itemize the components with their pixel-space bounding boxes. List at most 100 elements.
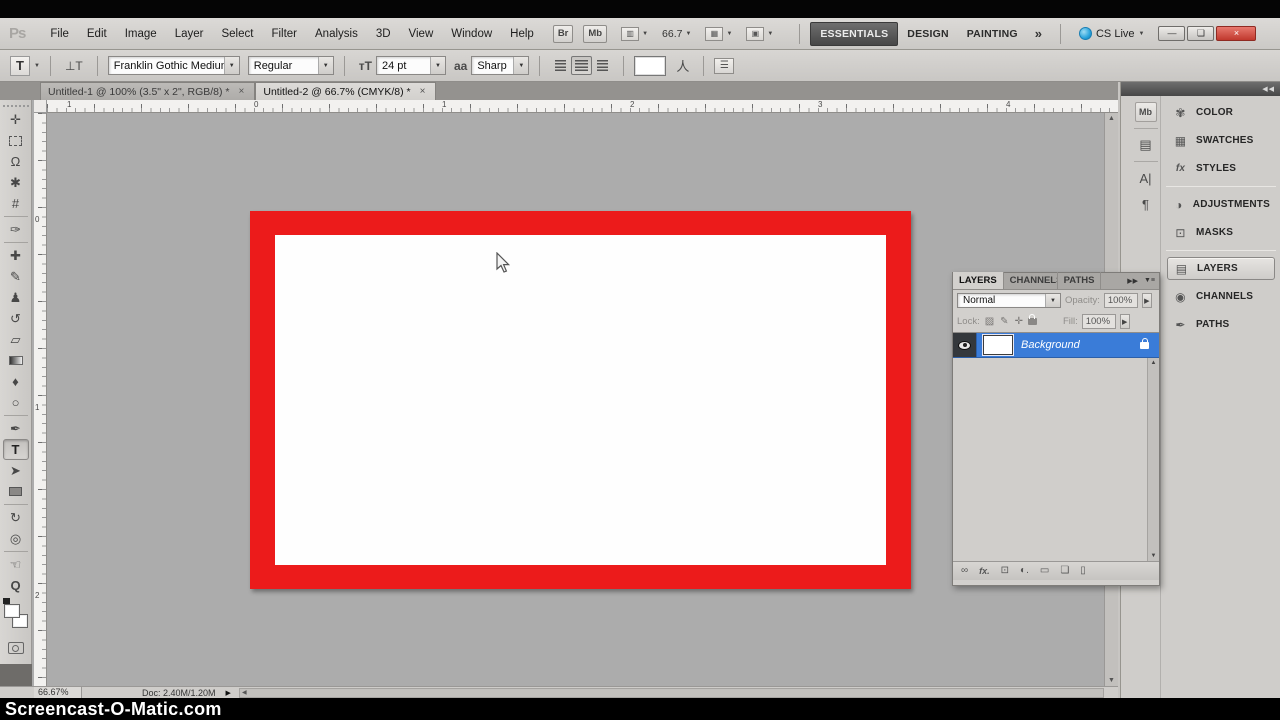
panel-menu-icon[interactable]: ▼≡ (1144, 277, 1155, 284)
status-zoom-field[interactable]: 66.67% (34, 687, 82, 698)
quick-selection-tool[interactable]: ✱ (3, 172, 29, 193)
font-style-select[interactable]: Regular ▼ (248, 56, 334, 75)
warp-text-button[interactable]: ⼈ (676, 56, 689, 75)
document-horizontal-scrollbar[interactable]: ◀ (239, 688, 1104, 698)
eyedropper-tool[interactable]: ✑ (3, 219, 29, 240)
fill-slider-icon[interactable]: ▶ (1120, 314, 1130, 329)
character-panel-icon[interactable]: A| (1135, 168, 1157, 188)
tab-untitled-2[interactable]: Untitled-2 @ 66.7% (CMYK/8) * × (255, 82, 436, 100)
dodge-tool[interactable]: ○ (3, 392, 29, 413)
fill-value[interactable]: 100% (1082, 314, 1116, 329)
panel-button-masks[interactable]: ⊡ MASKS (1167, 221, 1275, 244)
lock-image-icon[interactable]: ✎ (1000, 316, 1008, 327)
crop-tool[interactable]: # (3, 193, 29, 214)
cs-live-button[interactable]: CS Live ▼ (1079, 27, 1144, 40)
panel-button-paths[interactable]: ✒ PATHS (1167, 313, 1275, 336)
status-menu-icon[interactable]: ▶ (226, 689, 231, 697)
history-brush-tool[interactable]: ↺ (3, 308, 29, 329)
scroll-down-icon[interactable]: ▼ (1151, 553, 1157, 559)
scroll-left-icon[interactable]: ◀ (242, 689, 247, 696)
workspace-design[interactable]: DESIGN (898, 23, 957, 45)
expand-panel-icon[interactable]: ▶▶ (1127, 277, 1138, 285)
rectangle-tool[interactable] (3, 481, 29, 502)
canvas-white-area[interactable] (275, 235, 886, 565)
type-tool[interactable]: T (3, 439, 29, 460)
layers-scrollbar[interactable]: ▲ ▼ (1147, 358, 1159, 561)
menu-filter[interactable]: Filter (262, 26, 306, 42)
new-group-icon[interactable]: ▭ (1040, 566, 1049, 576)
menu-view[interactable]: View (400, 26, 443, 42)
tab-paths[interactable]: PATHS (1058, 272, 1102, 289)
scroll-down-icon[interactable]: ▼ (1108, 677, 1115, 684)
arrange-documents-button[interactable]: ▦ ▼ (705, 27, 732, 41)
layer-style-icon[interactable]: fx. (979, 567, 990, 576)
align-left-button[interactable] (550, 56, 571, 75)
pen-tool[interactable]: ✒ (3, 418, 29, 439)
guides-grid-button[interactable]: ▥ ▼ (621, 27, 648, 41)
delete-layer-icon[interactable]: ▯ (1080, 566, 1086, 576)
tab-layers[interactable]: LAYERS (953, 272, 1004, 289)
menu-image[interactable]: Image (116, 26, 166, 42)
eraser-tool[interactable]: ▱ (3, 329, 29, 350)
text-color-swatch[interactable] (634, 56, 666, 76)
workspace-essentials[interactable]: ESSENTIALS (810, 22, 898, 46)
panel-button-adjustments[interactable]: ◑ ADJUSTMENTS (1167, 193, 1275, 216)
screen-mode-button[interactable]: ▣ ▼ (746, 27, 773, 41)
document-canvas-area[interactable]: 1 0 1 2 3 4 0 1 2 ▲ ▼ (0, 100, 1118, 686)
move-tool[interactable]: ✛ (3, 109, 29, 130)
layer-thumbnail[interactable] (983, 335, 1013, 355)
panel-button-layers[interactable]: ▤ LAYERS (1167, 257, 1275, 280)
link-layers-icon[interactable]: ∞ (961, 566, 968, 576)
paragraph-panel-icon[interactable]: ¶ (1135, 194, 1157, 214)
visibility-cell[interactable] (953, 333, 977, 357)
panel-button-channels[interactable]: ◉ CHANNELS (1167, 285, 1275, 308)
new-layer-icon[interactable]: ❏ (1060, 566, 1069, 576)
panel-grip[interactable] (3, 100, 29, 107)
mini-bridge-icon[interactable]: Mb (1135, 102, 1157, 122)
quick-mask-button[interactable] (8, 642, 24, 654)
ruler-origin-box[interactable] (34, 100, 47, 113)
anti-alias-select[interactable]: Sharp ▼ (471, 56, 529, 75)
3d-rotate-tool[interactable]: ↻ (3, 507, 29, 528)
close-tab-icon[interactable]: × (236, 85, 248, 98)
launch-mini-bridge-button[interactable]: Mb (583, 25, 607, 43)
blur-tool[interactable]: ♦ (3, 371, 29, 392)
lock-transparency-icon[interactable]: ▨ (985, 316, 994, 327)
align-center-button[interactable] (571, 56, 592, 75)
scroll-up-icon[interactable]: ▲ (1151, 360, 1157, 366)
gradient-tool[interactable] (3, 350, 29, 371)
menu-edit[interactable]: Edit (78, 26, 116, 42)
workspace-painting[interactable]: PAINTING (958, 23, 1027, 45)
workspace-overflow-button[interactable]: » (1027, 26, 1050, 41)
lock-all-icon[interactable] (1028, 318, 1037, 325)
close-tab-icon[interactable]: × (417, 85, 429, 98)
launch-bridge-button[interactable]: Br (553, 25, 574, 43)
document-canvas[interactable] (250, 211, 911, 589)
font-family-select[interactable]: Franklin Gothic Medium ▼ (108, 56, 240, 75)
opacity-slider-icon[interactable]: ▶ (1142, 293, 1152, 308)
text-orientation-button[interactable]: ⊥T (65, 59, 83, 73)
color-swatch-control[interactable] (3, 600, 29, 634)
spot-healing-brush-tool[interactable]: ✚ (3, 245, 29, 266)
close-button[interactable]: × (1216, 26, 1256, 41)
restore-button[interactable]: ❏ (1187, 26, 1214, 41)
clone-stamp-tool[interactable]: ♟ (3, 287, 29, 308)
menu-3d[interactable]: 3D (367, 26, 400, 42)
panel-button-color[interactable]: ✾ COLOR (1167, 101, 1275, 124)
3d-orbit-tool[interactable]: ◎ (3, 528, 29, 549)
clone-source-icon[interactable]: ▤ (1135, 135, 1157, 155)
adjustment-layer-icon[interactable]: ◐. (1020, 566, 1029, 576)
menu-window[interactable]: Window (442, 26, 501, 42)
hand-tool[interactable]: ☜ (3, 554, 29, 575)
menu-help[interactable]: Help (501, 26, 543, 42)
dock-collapse-header[interactable]: ◀◀ (1162, 82, 1280, 96)
zoom-level-control[interactable]: 66.7 ▼ (662, 28, 691, 40)
menu-layer[interactable]: Layer (166, 26, 213, 42)
panel-button-styles[interactable]: fx STYLES (1167, 157, 1275, 180)
tool-preset-picker[interactable]: T ▼ (10, 56, 40, 76)
rectangular-marquee-tool[interactable] (3, 130, 29, 151)
layer-mask-icon[interactable]: ⊡ (1001, 566, 1009, 576)
minimize-button[interactable]: — (1158, 26, 1185, 41)
lasso-tool[interactable]: Ω (3, 151, 29, 172)
align-right-button[interactable] (592, 56, 613, 75)
